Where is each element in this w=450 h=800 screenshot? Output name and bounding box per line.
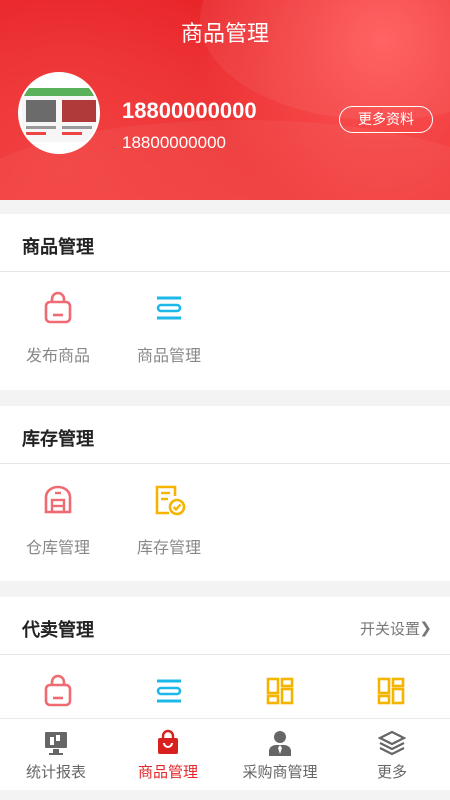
consign-item-3[interactable] bbox=[224, 673, 336, 709]
tab-label: 商品管理 bbox=[137, 764, 198, 781]
avatar[interactable] bbox=[18, 72, 100, 154]
user-phone: 18800000000 bbox=[122, 133, 227, 152]
switch-settings-link[interactable]: 开关设置 bbox=[360, 618, 420, 639]
goods-section: 商品管理 发布商品 商品管理 bbox=[0, 214, 450, 390]
item-label: 库存管理 bbox=[136, 540, 201, 557]
monitor-icon bbox=[45, 732, 67, 755]
more-info-button[interactable]: 更多资料 bbox=[339, 106, 433, 133]
bottom-spacer bbox=[0, 790, 450, 800]
item-label: 仓库管理 bbox=[25, 540, 90, 557]
goods-manage-item[interactable]: 商品管理 bbox=[113, 290, 225, 366]
section-header: 库存管理 bbox=[0, 406, 450, 464]
tab-label: 更多 bbox=[376, 764, 407, 781]
person-icon bbox=[269, 731, 291, 756]
tab-more[interactable]: 更多 bbox=[336, 719, 448, 791]
stock-section: 库存管理 仓库管理 库存管理 bbox=[0, 406, 450, 581]
bottom-tab-bar: 统计报表 商品管理 采购商管理 更多 bbox=[0, 718, 450, 790]
shopping-bag-icon bbox=[158, 729, 178, 754]
grid-icon bbox=[377, 677, 405, 705]
item-label: 发布商品 bbox=[25, 348, 90, 365]
bag-icon bbox=[44, 291, 72, 324]
tab-goods-management[interactable]: 商品管理 bbox=[112, 719, 224, 791]
consign-section: 代卖管理 开关设置 ❯ bbox=[0, 597, 450, 718]
stock-manage-item[interactable]: 库存管理 bbox=[113, 482, 225, 558]
item-label: 商品管理 bbox=[136, 348, 201, 365]
tab-label: 统计报表 bbox=[25, 764, 86, 781]
consign-item-4[interactable] bbox=[335, 673, 447, 709]
tab-statistics[interactable]: 统计报表 bbox=[0, 719, 112, 791]
avatar-image bbox=[22, 88, 98, 142]
profile-header: 商品管理 18800000000 18800000000 更多资料 bbox=[0, 0, 450, 200]
grid-icon bbox=[266, 677, 294, 705]
warehouse-icon bbox=[44, 485, 72, 514]
checklist-icon bbox=[155, 485, 186, 516]
section-title: 库存管理 bbox=[22, 429, 94, 449]
tab-purchaser-management[interactable]: 采购商管理 bbox=[224, 719, 336, 791]
tab-label: 采购商管理 bbox=[242, 764, 318, 781]
chevron-right-icon: ❯ bbox=[419, 620, 432, 637]
publish-goods-item[interactable]: 发布商品 bbox=[2, 290, 114, 366]
section-title: 商品管理 bbox=[22, 237, 94, 257]
section-header: 代卖管理 开关设置 ❯ bbox=[0, 597, 450, 655]
section-title: 代卖管理 bbox=[22, 620, 94, 640]
list-icon bbox=[156, 296, 182, 320]
list-icon bbox=[156, 679, 182, 703]
section-header: 商品管理 bbox=[0, 214, 450, 272]
consign-item-1[interactable] bbox=[2, 673, 114, 709]
page-title: 商品管理 bbox=[180, 21, 269, 46]
consign-item-2[interactable] bbox=[113, 673, 225, 709]
warehouse-manage-item[interactable]: 仓库管理 bbox=[2, 482, 114, 558]
bag-icon bbox=[44, 674, 72, 707]
user-name: 18800000000 bbox=[122, 98, 257, 123]
layers-icon bbox=[378, 730, 406, 756]
